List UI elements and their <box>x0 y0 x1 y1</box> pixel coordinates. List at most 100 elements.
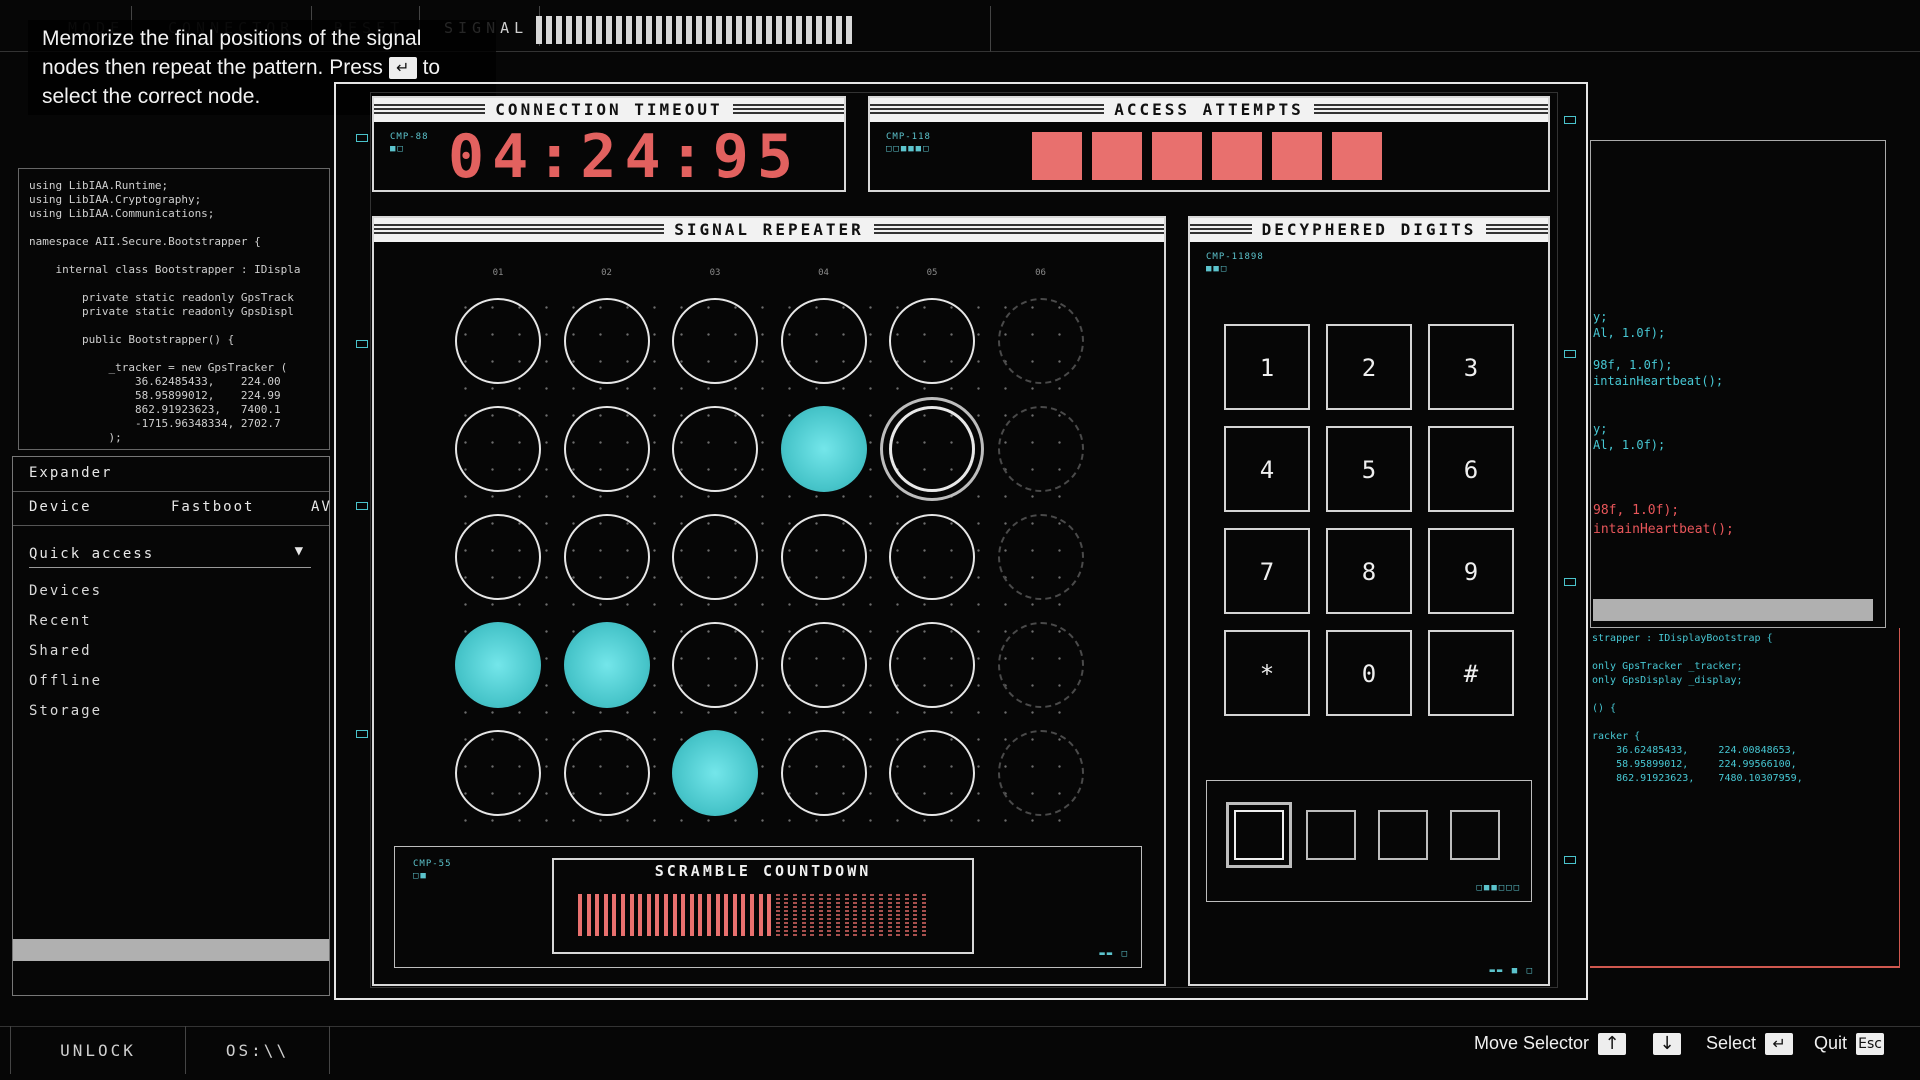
keypad-key[interactable]: 5 <box>1326 426 1412 512</box>
signal-node[interactable] <box>672 406 758 492</box>
code-line: () { <box>1592 703 1617 714</box>
move-selector-label: Move Selector <box>1474 1033 1590 1053</box>
keypad-key[interactable]: 3 <box>1428 324 1514 410</box>
scramble-code: CMP-55 <box>413 859 452 869</box>
signal-node[interactable] <box>780 622 867 708</box>
code-line: 98f, 1.0f); <box>1593 503 1680 518</box>
deciphered-digits-title: DECYPHERED DIGITS <box>1251 220 1487 239</box>
scramble-bar-filled <box>732 894 737 936</box>
keypad-key[interactable]: 1 <box>1224 324 1310 410</box>
keypad-key[interactable]: # <box>1428 630 1514 716</box>
signal-node[interactable] <box>780 406 867 492</box>
signal-node[interactable] <box>780 298 867 384</box>
signal-node[interactable] <box>455 514 541 600</box>
scramble-bar-filled <box>603 894 608 936</box>
keypad-key[interactable]: 6 <box>1428 426 1514 512</box>
right-code-lower-window: strapper : IDisplayBootstrap { only GpsT… <box>1590 628 1900 968</box>
signal-node[interactable] <box>672 622 758 708</box>
signal-node[interactable] <box>563 514 650 600</box>
code-line: racker { <box>1592 731 1641 742</box>
arrow-down-icon[interactable]: ↓ <box>1653 1033 1682 1056</box>
signal-node[interactable] <box>672 730 758 816</box>
connection-timeout-indicator: ■□ <box>390 144 405 154</box>
keypad-key[interactable]: 0 <box>1326 630 1412 716</box>
keypad-key[interactable]: 4 <box>1224 426 1310 512</box>
quick-access-dropdown[interactable]: Quick access ▼ <box>29 543 311 568</box>
keypad-key[interactable]: 9 <box>1428 528 1514 614</box>
hint-text-before: Memorize the final positions of the sign… <box>42 27 422 79</box>
signal-node[interactable] <box>455 730 541 816</box>
sidebar-item-recent[interactable]: Recent <box>29 613 92 629</box>
connection-timeout-clock: 04:24:95 <box>448 122 801 192</box>
scramble-bar-filled <box>629 894 634 936</box>
keypad-key[interactable]: 8 <box>1326 528 1412 614</box>
scramble-bar-filled <box>750 894 754 936</box>
signal-node[interactable] <box>889 622 975 708</box>
signal-repeater-header: SIGNAL REPEATER <box>374 218 1164 242</box>
right-window-scrollbar[interactable] <box>1593 599 1873 621</box>
scramble-header: SCRAMBLE COUNTDOWN <box>554 860 972 882</box>
signal-node[interactable] <box>563 298 650 384</box>
signal-node[interactable] <box>672 298 758 384</box>
enter-key-icon[interactable]: ↵ <box>1765 1033 1794 1056</box>
signal-node[interactable] <box>889 298 975 384</box>
access-attempts-code: CMP-118 <box>886 132 931 142</box>
signal-node[interactable] <box>997 514 1084 600</box>
sidebar-item-storage[interactable]: Storage <box>29 703 102 719</box>
signal-node[interactable] <box>997 730 1084 816</box>
code-line: using LibIAA.Runtime; <box>29 179 169 192</box>
scramble-bar-filled <box>689 894 694 936</box>
signal-node[interactable] <box>997 406 1084 492</box>
signal-node[interactable] <box>997 298 1084 384</box>
keypad-key[interactable]: * <box>1224 630 1310 716</box>
signal-node[interactable] <box>780 730 867 816</box>
code-line: 36.62485433, 224.00848653, <box>1592 745 1797 756</box>
signal-node[interactable] <box>889 730 975 816</box>
scramble-bar-empty <box>887 894 892 936</box>
code-window: using LibIAA.Runtime; using LibIAA.Crypto… <box>18 168 330 450</box>
explorer-col-device[interactable]: Device <box>29 499 92 515</box>
access-attempt-block <box>1152 132 1202 180</box>
explorer-col-av[interactable]: AV <box>311 499 332 515</box>
control-move-selector: Move Selector ↑ ↓ <box>1474 1033 1682 1056</box>
explorer-scrollbar[interactable] <box>13 939 329 961</box>
sidebar-item-offline[interactable]: Offline <box>29 673 102 689</box>
signal-node[interactable] <box>563 622 650 708</box>
connection-timeout-title: CONNECTION TIMEOUT <box>485 100 733 119</box>
signal-node[interactable] <box>563 730 650 816</box>
tab-unlock[interactable]: UNLOCK <box>10 1026 186 1074</box>
digit-slots-indicator: □■■□□□ <box>1476 883 1521 893</box>
access-attempt-block <box>1032 132 1082 180</box>
deciphered-code: CMP-11898 <box>1206 252 1264 262</box>
arrow-up-icon[interactable]: ↑ <box>1598 1033 1627 1056</box>
scramble-bar-filled <box>621 894 625 936</box>
access-attempt-block <box>1272 132 1322 180</box>
right-code-lower: strapper : IDisplayBootstrap { only GpsT… <box>1592 632 1803 786</box>
keypad-key[interactable]: 2 <box>1326 324 1412 410</box>
sidebar-item-devices[interactable]: Devices <box>29 583 102 599</box>
signal-node[interactable] <box>997 622 1084 708</box>
esc-key[interactable]: Esc <box>1856 1033 1885 1056</box>
signal-node[interactable] <box>889 514 975 600</box>
signal-node[interactable] <box>455 622 541 708</box>
signal-node[interactable] <box>889 406 975 492</box>
signal-node[interactable] <box>780 514 867 600</box>
signal-node[interactable] <box>455 298 541 384</box>
code-line: 862.91923623, 7480.10307959, <box>1592 773 1803 784</box>
signal-repeater-title: SIGNAL REPEATER <box>664 220 874 239</box>
connection-timeout-code: CMP-88 <box>390 132 429 142</box>
signal-node[interactable] <box>563 406 650 492</box>
keypad-key[interactable]: 7 <box>1224 528 1310 614</box>
signal-node[interactable] <box>672 514 758 600</box>
sidebar-item-shared[interactable]: Shared <box>29 643 92 659</box>
code-line: 58.95899012, 224.99566100, <box>1592 759 1797 770</box>
signal-node[interactable] <box>455 406 541 492</box>
tab-os[interactable]: OS:\\ <box>186 1026 330 1074</box>
explorer-col-fastboot[interactable]: Fastboot <box>171 499 254 515</box>
scramble-bar-empty <box>818 894 823 936</box>
code-line: intainHeartbeat(); <box>1593 522 1734 537</box>
